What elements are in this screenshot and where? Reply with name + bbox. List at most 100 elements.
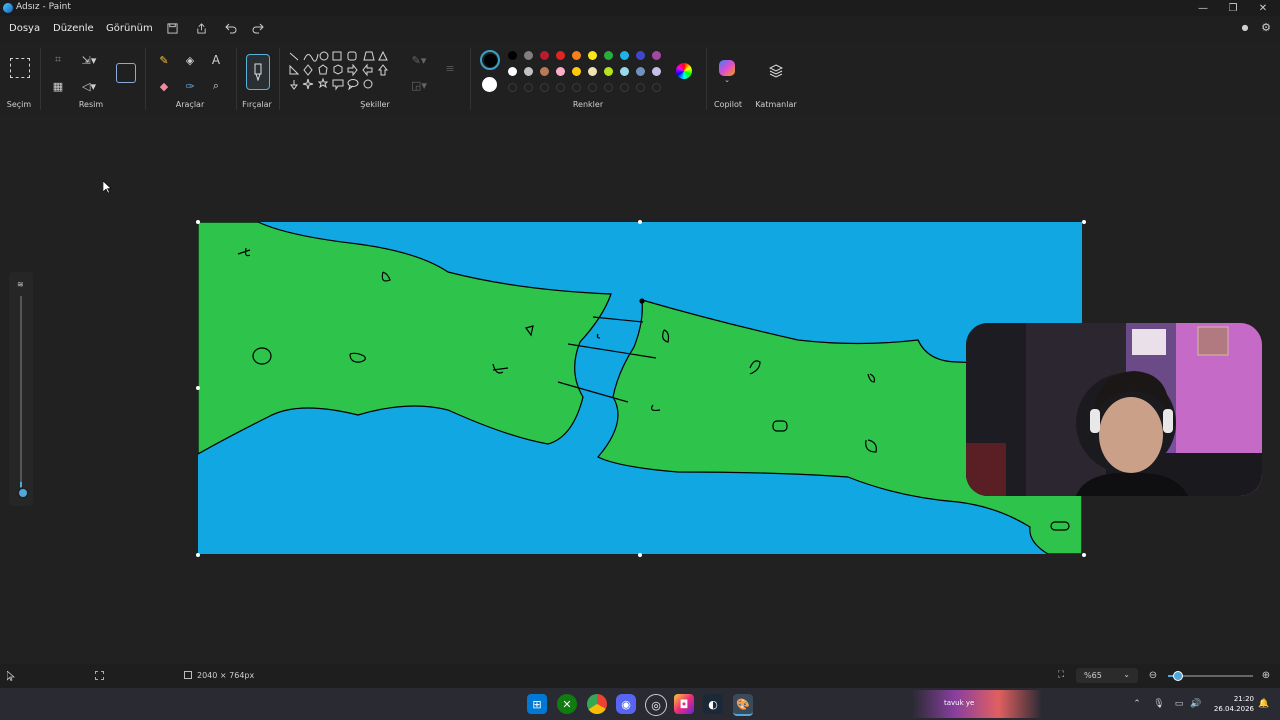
zoom-slider-thumb[interactable]	[1173, 671, 1183, 681]
color-swatch[interactable]	[524, 51, 533, 60]
fit-to-window-icon[interactable]: ⛶	[1054, 668, 1068, 682]
resize-handle[interactable]	[196, 553, 200, 557]
title-bar: Adsız - Paint — ❐ ✕	[0, 0, 1280, 16]
color-swatch[interactable]	[508, 51, 517, 60]
menu-edit[interactable]: Düzenle	[53, 23, 94, 34]
custom-color-slot[interactable]	[588, 83, 597, 92]
share-icon[interactable]	[193, 20, 209, 36]
text-tool-icon[interactable]: A	[208, 52, 224, 68]
windows-start-icon[interactable]: ⊞	[527, 694, 547, 714]
zoom-dropdown[interactable]: %65 ⌄	[1076, 668, 1138, 683]
shapes-gallery[interactable]	[286, 50, 394, 98]
secondary-color[interactable]	[482, 77, 497, 92]
color-swatch[interactable]	[540, 51, 549, 60]
custom-color-slot[interactable]	[524, 83, 533, 92]
custom-color-slot[interactable]	[652, 83, 661, 92]
resize-icon[interactable]: ⇲▾	[77, 52, 101, 68]
notification-text: tavuk ye	[944, 699, 975, 707]
user-icon[interactable]: ●	[1238, 20, 1252, 34]
color-swatch[interactable]	[620, 67, 629, 76]
color-swatch[interactable]	[540, 67, 549, 76]
clock[interactable]: 21:20 26.04.2026	[1208, 694, 1254, 714]
custom-color-slot[interactable]	[572, 83, 581, 92]
primary-color[interactable]	[480, 50, 500, 70]
microphone-icon[interactable]: 🎙	[1153, 698, 1165, 710]
notification-bell-icon[interactable]: 🔔	[1258, 698, 1270, 710]
tray-chevron-icon[interactable]: ⌃	[1131, 698, 1143, 710]
resize-handle[interactable]	[196, 386, 200, 390]
brush-icon[interactable]	[246, 54, 270, 90]
maximize-button[interactable]: ❐	[1218, 0, 1248, 16]
menu-file[interactable]: Dosya	[9, 23, 40, 34]
color-swatch[interactable]	[572, 51, 581, 60]
redo-icon[interactable]	[250, 20, 266, 36]
close-button[interactable]: ✕	[1248, 0, 1278, 16]
color-swatch[interactable]	[556, 67, 565, 76]
color-palette[interactable]	[508, 51, 668, 95]
color-swatch[interactable]	[524, 67, 533, 76]
network-icon[interactable]: ▭	[1173, 698, 1185, 710]
color-swatch[interactable]	[652, 51, 661, 60]
color-picker-icon[interactable]: ✑	[182, 78, 198, 94]
minimize-button[interactable]: —	[1188, 0, 1218, 16]
instagram-icon[interactable]: ◘	[674, 694, 694, 714]
drawing-canvas[interactable]	[198, 222, 1082, 554]
ribbon-divider	[40, 48, 41, 110]
layers-icon[interactable]	[767, 62, 785, 80]
color-swatch[interactable]	[636, 67, 645, 76]
color-swatch[interactable]	[572, 67, 581, 76]
custom-color-slot[interactable]	[556, 83, 565, 92]
steam-icon[interactable]: ◐	[703, 694, 723, 714]
settings-gear-icon[interactable]: ⚙	[1259, 20, 1273, 34]
color-swatch[interactable]	[604, 67, 613, 76]
save-icon[interactable]	[164, 20, 180, 36]
image-effects-icon[interactable]: ▦	[50, 78, 66, 94]
chrome-icon[interactable]	[587, 694, 607, 714]
custom-color-slot[interactable]	[540, 83, 549, 92]
copilot-icon[interactable]	[719, 60, 735, 76]
rotate-icon[interactable]: ◁▾	[77, 78, 101, 94]
eraser-icon[interactable]: ◆	[156, 78, 172, 94]
resize-handle[interactable]	[1082, 220, 1086, 224]
remove-background-icon[interactable]	[116, 63, 136, 83]
crop-icon[interactable]: ⌗	[50, 52, 66, 68]
shape-size-icon[interactable]: ≡	[440, 62, 460, 75]
color-swatch[interactable]	[556, 51, 565, 60]
magnifier-icon[interactable]: ⌕	[208, 78, 224, 94]
fill-bucket-icon[interactable]: ◈	[182, 52, 198, 68]
color-swatch[interactable]	[604, 51, 613, 60]
color-swatch[interactable]	[588, 51, 597, 60]
color-swatch[interactable]	[588, 67, 597, 76]
zoom-out-icon[interactable]: ⊖	[1146, 668, 1160, 682]
color-swatch[interactable]	[636, 51, 645, 60]
menu-view[interactable]: Görünüm	[106, 23, 153, 34]
color-swatch[interactable]	[620, 51, 629, 60]
undo-icon[interactable]	[223, 20, 239, 36]
xbox-icon[interactable]: ✕	[557, 694, 577, 714]
shape-fill-icon[interactable]: ◲▾	[406, 78, 432, 92]
brush-size-slider[interactable]: ≋	[9, 272, 33, 506]
zoom-slider[interactable]	[1168, 671, 1253, 681]
paint-taskbar-icon[interactable]: 🎨	[733, 694, 753, 716]
resize-handle[interactable]	[638, 220, 642, 224]
edit-colors-icon[interactable]	[676, 63, 692, 79]
custom-color-slot[interactable]	[604, 83, 613, 92]
custom-color-slot[interactable]	[508, 83, 517, 92]
custom-color-slot[interactable]	[620, 83, 629, 92]
volume-icon[interactable]: 🔊	[1190, 698, 1202, 710]
custom-color-slot[interactable]	[636, 83, 645, 92]
discord-icon[interactable]: ◉	[616, 694, 636, 714]
resize-handle[interactable]	[196, 220, 200, 224]
shape-outline-icon[interactable]: ✎▾	[406, 53, 432, 67]
slider-thumb[interactable]	[17, 487, 29, 499]
notification-banner[interactable]: tavuk ye	[912, 690, 1042, 718]
zoom-in-icon[interactable]: ⊕	[1259, 668, 1273, 682]
copilot-dropdown-icon[interactable]: ⌄	[722, 76, 732, 84]
resize-handle[interactable]	[638, 553, 642, 557]
obs-icon[interactable]: ◎	[645, 694, 667, 716]
color-swatch[interactable]	[508, 67, 517, 76]
selection-tool-icon[interactable]	[10, 58, 30, 78]
resize-handle[interactable]	[1082, 553, 1086, 557]
pencil-icon[interactable]: ✎	[156, 52, 172, 68]
color-swatch[interactable]	[652, 67, 661, 76]
